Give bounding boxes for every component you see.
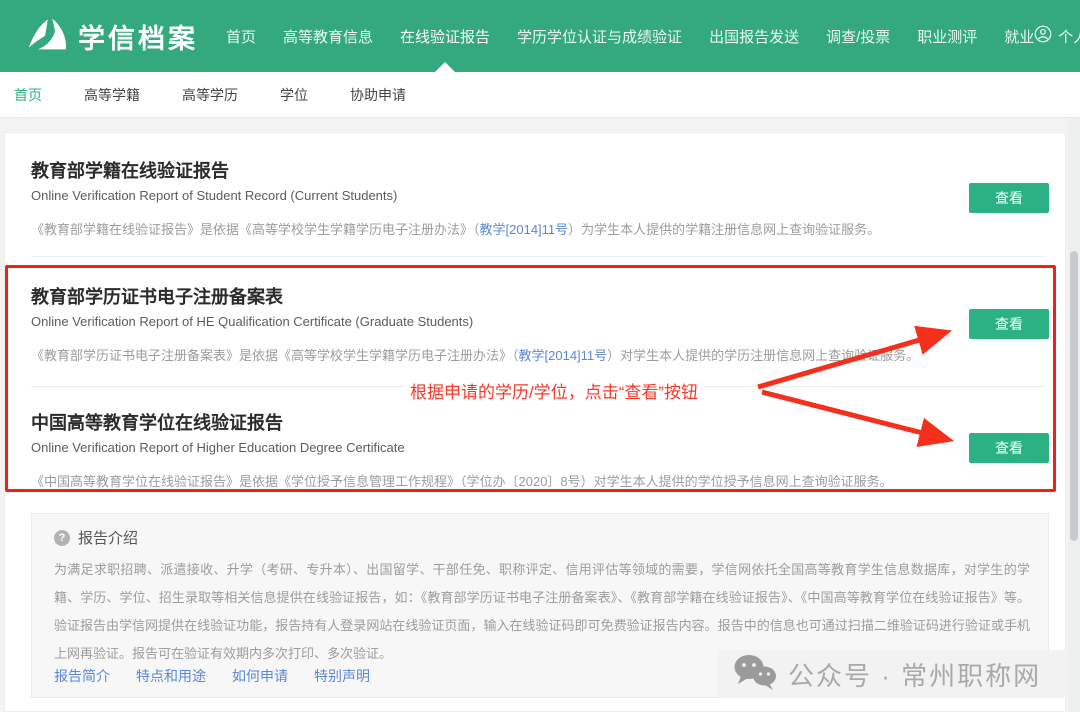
nav-item-label: 在线验证报告 (400, 26, 490, 47)
section-divider (31, 256, 1043, 257)
report-subtitle-degree-certificate: Online Verification Report of Higher Edu… (31, 440, 405, 455)
nav-item-employment[interactable]: 就业 (1004, 0, 1034, 72)
watermark-badge: 公众号 · 常州职称网 (718, 650, 1066, 698)
user-menu-personal-center[interactable]: 个人中心 (1034, 25, 1080, 47)
desc-text: 《中国高等教育学位在线验证报告》是依据《学位授予信息管理工作规程》（学位办〔20… (31, 474, 893, 489)
intro-header: ? 报告介绍 (54, 527, 138, 548)
policy-link[interactable]: 教学[2014]11号 (480, 222, 569, 237)
view-button-qualification-certificate[interactable]: 查看 (969, 309, 1049, 339)
subnav-item-student-record[interactable]: 高等学籍 (84, 85, 140, 105)
report-desc-degree-certificate: 《中国高等教育学位在线验证报告》是依据《学位授予信息管理工作规程》（学位办〔20… (31, 471, 893, 490)
desc-text: ）对学生本人提供的学历注册信息网上查询验证服务。 (607, 348, 919, 363)
report-title-degree-certificate: 中国高等教育学位在线验证报告 (31, 409, 283, 435)
nav-item-abroad-report-sending[interactable]: 出国报告发送 (709, 0, 799, 72)
book-pages-icon (24, 15, 68, 58)
link-report-overview[interactable]: 报告简介 (54, 666, 110, 686)
report-subtitle-student-record: Online Verification Report of Student Re… (31, 188, 397, 203)
nav-item-survey-vote[interactable]: 调查/投票 (826, 0, 890, 72)
question-circle-icon: ? (54, 530, 70, 546)
desc-text: ）为学生本人提供的学籍注册信息网上查询验证服务。 (568, 222, 880, 237)
scrollbar-thumb[interactable] (1070, 251, 1078, 541)
link-features-uses[interactable]: 特点和用途 (136, 666, 206, 686)
secondary-nav: 首页 高等学籍 高等学历 学位 协助申请 (0, 72, 1080, 118)
view-button-degree-certificate[interactable]: 查看 (969, 433, 1049, 463)
policy-link[interactable]: 教学[2014]11号 (519, 348, 608, 363)
subnav-item-assisted-application[interactable]: 协助申请 (350, 85, 406, 105)
user-menu-label: 个人中心 (1058, 26, 1080, 47)
nav-item-online-verification-report[interactable]: 在线验证报告 (400, 0, 490, 72)
reports-panel: 教育部学籍在线验证报告 Online Verification Report o… (4, 132, 1066, 712)
link-special-statement[interactable]: 特别声明 (314, 666, 370, 686)
subnav-item-home[interactable]: 首页 (14, 85, 42, 105)
report-desc-student-record: 《教育部学籍在线验证报告》是依据《高等学校学生学籍学历电子注册办法》（教学[20… (31, 219, 880, 238)
watermark-text: 公众号 · 常州职称网 (788, 656, 1041, 693)
top-header: 学信档案 首页 高等教育信息 在线验证报告 学历学位认证与成绩验证 出国报告发送… (0, 0, 1080, 72)
site-title: 学信档案 (78, 17, 198, 56)
primary-nav: 首页 高等教育信息 在线验证报告 学历学位认证与成绩验证 出国报告发送 调查/投… (226, 0, 1034, 72)
annotation-click-view-hint: 根据申请的学历/学位，点击“查看”按钮 (404, 376, 704, 405)
active-tab-indicator (435, 62, 455, 72)
report-subtitle-qualification-certificate: Online Verification Report of HE Qualifi… (31, 314, 473, 329)
subnav-item-degree[interactable]: 学位 (280, 85, 308, 105)
subnav-item-qualification[interactable]: 高等学历 (182, 85, 238, 105)
nav-item-home[interactable]: 首页 (226, 0, 256, 72)
report-title-qualification-certificate: 教育部学历证书电子注册备案表 (31, 283, 283, 309)
view-button-student-record[interactable]: 查看 (969, 183, 1049, 213)
nav-item-certification-grade-verification[interactable]: 学历学位认证与成绩验证 (517, 0, 682, 72)
nav-item-higher-education-info[interactable]: 高等教育信息 (283, 0, 373, 72)
intro-title: 报告介绍 (78, 527, 138, 548)
desc-text: 《教育部学历证书电子注册备案表》是依据《高等学校学生学籍学历电子注册办法》（ (31, 348, 519, 363)
intro-links: 报告简介 特点和用途 如何申请 特别声明 (54, 666, 370, 686)
report-title-student-record: 教育部学籍在线验证报告 (31, 157, 229, 183)
site-logo[interactable]: 学信档案 (24, 15, 198, 58)
nav-item-career-assessment[interactable]: 职业测评 (917, 0, 977, 72)
person-circle-icon (1034, 25, 1052, 47)
desc-text: 《教育部学籍在线验证报告》是依据《高等学校学生学籍学历电子注册办法》（ (31, 222, 480, 237)
scrollbar-track[interactable] (1068, 118, 1080, 712)
report-desc-qualification-certificate: 《教育部学历证书电子注册备案表》是依据《高等学校学生学籍学历电子注册办法》（教学… (31, 345, 919, 364)
wechat-icon (732, 653, 778, 696)
link-how-to-apply[interactable]: 如何申请 (232, 666, 288, 686)
